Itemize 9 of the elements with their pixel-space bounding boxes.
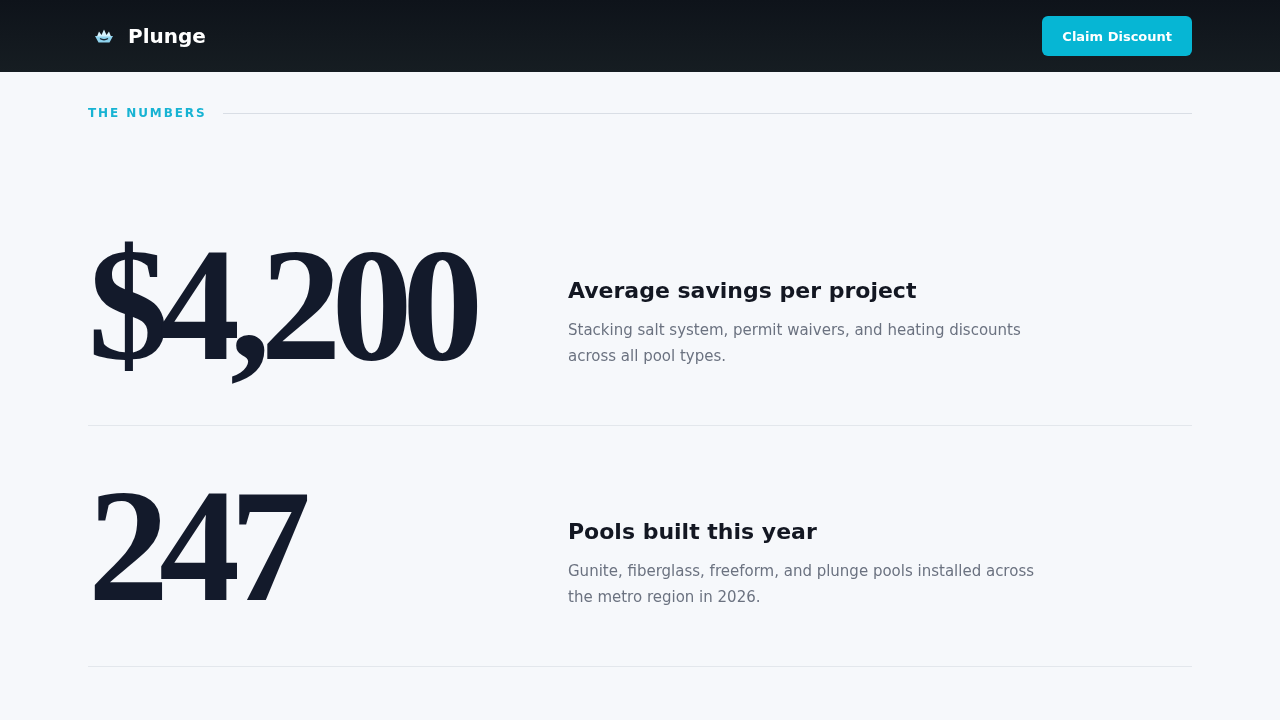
stat-description: Stacking salt system, permit waivers, and heating discounts across all pool types.	[568, 319, 1022, 367]
splash-icon	[94, 29, 114, 43]
brand-name[interactable]: Plunge	[128, 24, 206, 48]
section-label: THE NUMBERS	[88, 105, 207, 121]
stat-description: Gunite, fiberglass, freeform, and plunge pools installed across the metro region in 2026.	[568, 560, 1036, 608]
stat-value: 247	[88, 465, 311, 627]
stat-value: $4,200	[88, 224, 484, 386]
stat-title: Pools built this year	[568, 518, 818, 547]
stat-title: Average savings per project	[568, 277, 918, 306]
